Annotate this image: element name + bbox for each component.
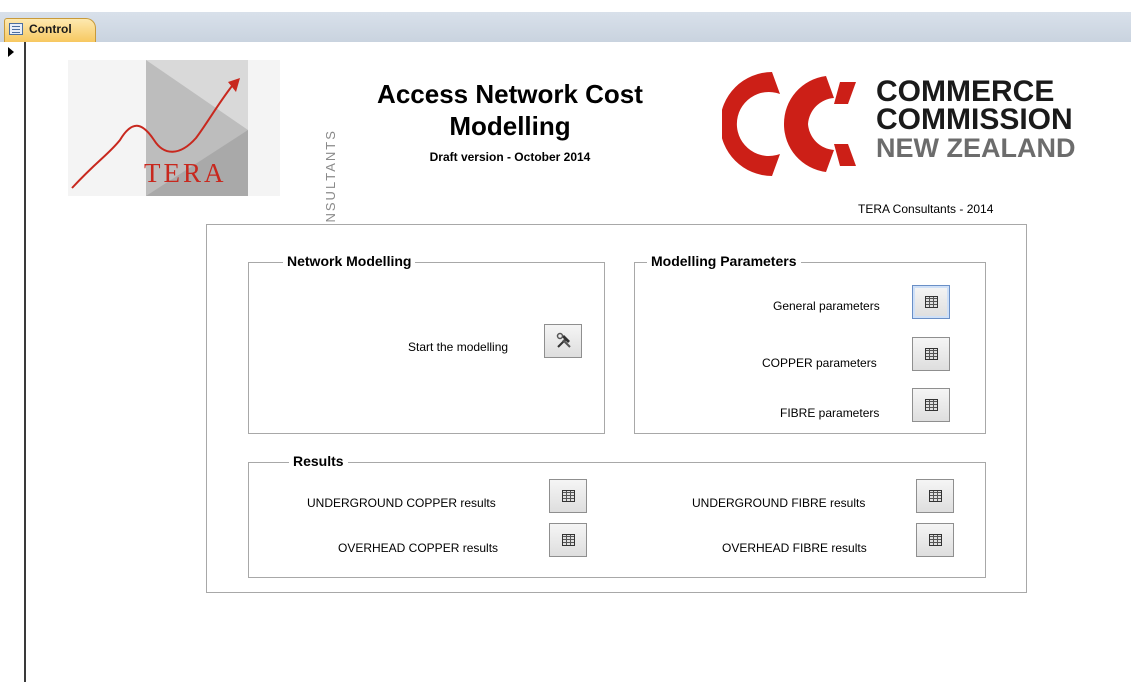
commerce-commission-logo-mark xyxy=(722,72,856,176)
modelling-parameters-group: Modelling Parameters General parameters … xyxy=(634,253,986,434)
tab-label: Control xyxy=(29,22,72,36)
credit-text: TERA Consultants - 2014 xyxy=(858,202,994,216)
main-frame: Network Modelling Start the modelling Mo… xyxy=(206,224,1027,593)
results-title: Results xyxy=(289,453,348,469)
tera-logo: TERA CONSULTANTS xyxy=(68,60,338,246)
overhead-copper-results-button[interactable] xyxy=(549,523,587,557)
hammer-wrench-icon xyxy=(556,332,571,348)
tab-control[interactable]: Control xyxy=(4,18,96,42)
commission-line: COMMISSION xyxy=(876,103,1073,136)
underground-fibre-results-label: UNDERGROUND FIBRE results xyxy=(692,496,866,510)
overhead-fibre-results-label: OVERHEAD FIBRE results xyxy=(722,541,867,555)
network-modelling-title: Network Modelling xyxy=(283,253,416,269)
current-record-arrow-icon xyxy=(8,47,14,57)
overhead-fibre-results-button[interactable] xyxy=(916,523,954,557)
page-title: Access Network Cost Modelling xyxy=(377,79,643,141)
network-modelling-group: Network Modelling Start the modelling xyxy=(248,253,605,434)
fibre-parameters-label: FIBRE parameters xyxy=(780,406,880,420)
new-zealand-line: NEW ZEALAND xyxy=(876,133,1076,163)
document-tab-bar: Control xyxy=(0,0,1131,42)
general-parameters-label: General parameters xyxy=(773,299,880,313)
modelling-parameters-title: Modelling Parameters xyxy=(647,253,801,269)
underground-copper-results-button[interactable] xyxy=(549,479,587,513)
general-parameters-button[interactable] xyxy=(912,285,950,319)
underground-copper-results-label: UNDERGROUND COPPER results xyxy=(307,496,496,510)
commerce-line: COMMERCE xyxy=(876,75,1055,108)
underground-fibre-results-button[interactable] xyxy=(916,479,954,513)
start-modelling-label: Start the modelling xyxy=(408,340,509,354)
datasheet-icon xyxy=(562,490,575,502)
tab-bar-top xyxy=(0,0,1131,12)
datasheet-icon xyxy=(929,490,942,502)
commerce-commission-wordmark: COMMERCE COMMISSION NEW ZEALAND xyxy=(876,75,1076,163)
copper-parameters-button[interactable] xyxy=(912,337,950,371)
form-icon xyxy=(9,23,23,35)
record-selector[interactable] xyxy=(0,42,26,682)
datasheet-icon xyxy=(925,348,938,360)
tera-wordmark: TERA xyxy=(144,158,227,188)
start-modelling-button[interactable] xyxy=(544,324,582,358)
datasheet-icon xyxy=(562,534,575,546)
page-subtitle: Draft version - October 2014 xyxy=(429,150,591,164)
copper-parameters-label: COPPER parameters xyxy=(762,356,877,370)
datasheet-icon xyxy=(925,399,938,411)
datasheet-icon xyxy=(929,534,942,546)
results-group: Results UNDERGROUND COPPER results OVERH… xyxy=(248,453,986,578)
fibre-parameters-button[interactable] xyxy=(912,388,950,422)
datasheet-icon xyxy=(925,296,938,308)
overhead-copper-results-label: OVERHEAD COPPER results xyxy=(338,541,499,555)
